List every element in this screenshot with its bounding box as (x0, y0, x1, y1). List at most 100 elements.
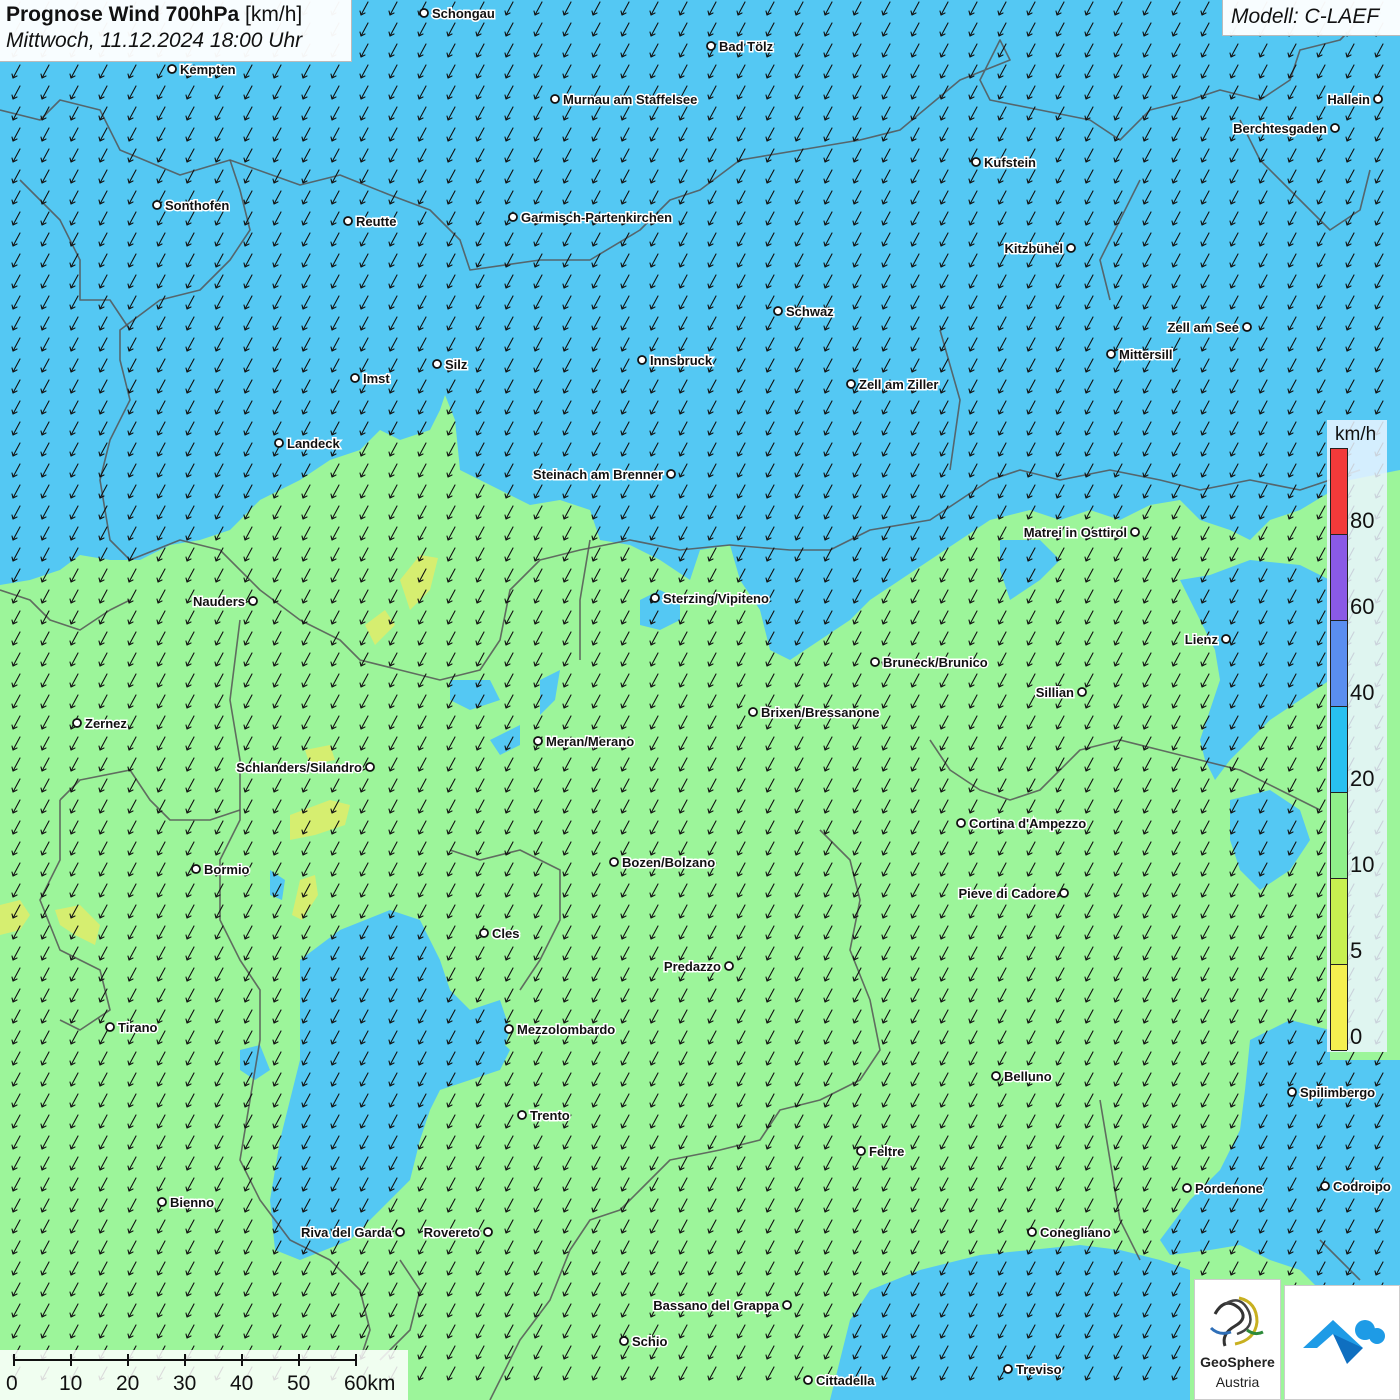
city-label: Bruneck/Brunico (883, 655, 988, 670)
legend-label: 0 (1350, 1024, 1363, 1049)
city-dot (619, 1336, 629, 1346)
city-dot (533, 736, 543, 746)
city-marker: Cortina d'Ampezzo (956, 815, 1088, 833)
city-marker: Schongau (419, 5, 496, 23)
city-label: Belluno (1004, 1069, 1052, 1084)
legend-label: 40 (1350, 680, 1375, 705)
city-label: Codroipo (1333, 1179, 1391, 1194)
city-dot (483, 1227, 493, 1237)
city-label: Lienz (1185, 632, 1219, 647)
city-label: Schongau (432, 6, 495, 21)
city-dot (157, 1197, 167, 1207)
scale-label: 10 (59, 1372, 83, 1395)
city-dot (706, 41, 716, 51)
city-label: Cortina d'Ampezzo (969, 816, 1086, 831)
city-dot (1182, 1183, 1192, 1193)
city-label: Bassano del Grappa (653, 1298, 779, 1313)
city-dot (1221, 634, 1231, 644)
map-title: Prognose Wind 700hPa [km/h] (6, 3, 345, 27)
city-marker: Mezzolombardo (504, 1021, 617, 1039)
city-label: Zell am See (1167, 320, 1239, 335)
legend-label: 60 (1350, 594, 1375, 619)
city-label: Matrei in Osttirol (1024, 525, 1127, 540)
city-marker: Meran/Merano (533, 733, 636, 751)
city-marker: Murnau am Staffelsee (550, 91, 699, 109)
city-label: Mezzolombardo (517, 1022, 615, 1037)
city-dot (666, 469, 676, 479)
city-marker: Spilimbergo (1287, 1084, 1377, 1102)
scale-label: 30 (173, 1372, 197, 1395)
city-dot (1373, 94, 1383, 104)
city-dot (504, 1024, 514, 1034)
city-dot (479, 928, 489, 938)
city-dot (1003, 1364, 1013, 1374)
scale-label: 0 (6, 1372, 18, 1395)
city-dot (724, 961, 734, 971)
city-dot (350, 373, 360, 383)
city-label: Imst (363, 371, 390, 386)
city-label: Sillian (1036, 685, 1074, 700)
legend-label: 20 (1350, 766, 1375, 791)
city-dot (637, 355, 647, 365)
city-dot (395, 1227, 405, 1237)
city-label: Brixen/Bressanone (761, 705, 880, 720)
city-label: Pieve di Cadore (958, 886, 1056, 901)
city-dot (991, 1071, 1001, 1081)
city-label: Spilimbergo (1300, 1085, 1375, 1100)
city-dot (550, 94, 560, 104)
city-marker: Schlanders/Silandro (235, 759, 375, 777)
city-label: Treviso (1016, 1362, 1062, 1377)
city-label: Cles (492, 926, 519, 941)
city-marker: Matrei in Osttirol (1022, 524, 1140, 542)
cloud-arrow-icon (1303, 1320, 1385, 1364)
city-label: Mittersill (1119, 347, 1172, 362)
city-label: Bad Tölz (719, 39, 774, 54)
city-marker: Pieve di Cadore (957, 885, 1069, 903)
city-dot (1106, 349, 1116, 359)
city-dot (846, 379, 856, 389)
color-legend: km/h 80 60 40 20 10 5 0 (1327, 420, 1387, 1052)
city-label: Innsbruck (650, 353, 713, 368)
wind-map[interactable]: Schongau Kempten Bad Tölz Murnau am Staffel… (0, 0, 1400, 1400)
city-marker: Pordenone (1182, 1180, 1264, 1198)
city-dot (105, 1022, 115, 1032)
city-label: Reutte (356, 214, 396, 229)
city-dot (248, 596, 258, 606)
legend-segment (1331, 621, 1347, 707)
legend-segment (1331, 449, 1347, 535)
legend-label: 80 (1350, 508, 1375, 533)
city-label: Meran/Merano (546, 734, 634, 749)
city-dot (1242, 322, 1252, 332)
city-label: Schwaz (786, 304, 834, 319)
city-dot (650, 593, 660, 603)
city-label: Schio (632, 1334, 667, 1349)
city-label: Kempten (180, 62, 236, 77)
city-label: Sonthofen (165, 198, 229, 213)
city-marker: Bruneck/Brunico (870, 654, 989, 672)
city-label: Silz (445, 357, 468, 372)
city-dot (856, 1146, 866, 1156)
city-dot (1287, 1087, 1297, 1097)
city-dot (956, 818, 966, 828)
weather-app-logo[interactable] (1284, 1285, 1400, 1400)
city-label: Kufstein (984, 155, 1036, 170)
title-main: Prognose Wind 700hPa (6, 3, 240, 26)
city-dot (1330, 123, 1340, 133)
city-dot (432, 359, 442, 369)
legend-bar (1330, 448, 1348, 1051)
city-marker: Berchtesgaden (1232, 120, 1340, 138)
city-dot (609, 857, 619, 867)
geosphere-subname: Austria (1215, 1374, 1260, 1390)
city-label: Cittadella (816, 1373, 875, 1388)
geosphere-name: GeoSphere (1200, 1354, 1275, 1370)
city-dot (1059, 888, 1069, 898)
scale-label: 50 (287, 1372, 311, 1395)
city-label: Hallein (1327, 92, 1370, 107)
city-label: Tirano (118, 1020, 158, 1035)
legend-label: 10 (1350, 852, 1375, 877)
city-label: Landeck (287, 436, 341, 451)
city-dot (1320, 1181, 1330, 1191)
model-label: Modell: C-LAEF (1222, 0, 1400, 36)
city-marker: Steinach am Brenner (531, 466, 676, 484)
geosphere-logo[interactable]: GeoSphere Austria (1194, 1279, 1281, 1400)
